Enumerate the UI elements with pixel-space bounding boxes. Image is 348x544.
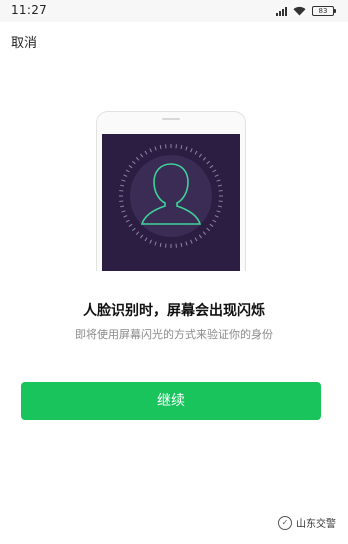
scan-tick bbox=[190, 239, 193, 244]
wechat-channel-icon: ✓ bbox=[278, 515, 292, 530]
scan-tick bbox=[149, 148, 152, 153]
scan-tick bbox=[120, 184, 125, 187]
scan-tick bbox=[198, 234, 202, 239]
phone-speaker bbox=[162, 118, 180, 120]
cancel-button[interactable]: 取消 bbox=[11, 32, 37, 51]
scan-tick bbox=[123, 174, 128, 177]
watermark: ✓ 山东交警 bbox=[278, 515, 336, 530]
continue-button[interactable]: 继续 bbox=[21, 382, 321, 420]
scan-tick bbox=[149, 239, 152, 244]
scan-tick bbox=[135, 231, 140, 235]
scan-tick bbox=[128, 223, 133, 227]
scan-tick bbox=[140, 234, 144, 239]
scan-tick bbox=[140, 153, 144, 158]
scan-tick bbox=[132, 227, 136, 232]
scan-tick bbox=[216, 210, 221, 213]
battery-level: 83 bbox=[318, 7, 328, 15]
scan-tick bbox=[214, 215, 219, 218]
battery-icon: 83 bbox=[312, 6, 336, 16]
scan-tick bbox=[144, 237, 148, 242]
scan-tick bbox=[209, 165, 214, 169]
scan-tick bbox=[202, 231, 207, 235]
status-time: 11:27 bbox=[11, 3, 48, 17]
scan-tick bbox=[209, 223, 214, 227]
scan-tick bbox=[217, 205, 222, 208]
scan-tick bbox=[132, 160, 136, 165]
scan-tick bbox=[180, 145, 183, 150]
scan-tick bbox=[190, 148, 193, 153]
phone-outline-icon bbox=[96, 111, 246, 271]
scan-tick bbox=[121, 179, 126, 182]
scan-tick bbox=[123, 215, 128, 218]
scan-tick bbox=[120, 205, 125, 208]
page-subtitle: 即将使用屏幕闪光的方式来验证你的身份 bbox=[75, 328, 273, 341]
scan-tick bbox=[212, 169, 217, 173]
signal-icon bbox=[276, 6, 287, 16]
phone-screen bbox=[102, 134, 240, 271]
scan-tick bbox=[206, 160, 210, 165]
watermark-text: 山东交警 bbox=[296, 519, 336, 530]
scan-tick bbox=[185, 146, 188, 151]
scan-tick bbox=[194, 237, 198, 242]
scan-tick bbox=[154, 241, 157, 246]
face-silhouette-icon bbox=[119, 144, 223, 248]
wifi-icon bbox=[293, 6, 306, 16]
scan-tick bbox=[214, 174, 219, 177]
scan-tick bbox=[217, 184, 222, 187]
scan-tick bbox=[121, 210, 126, 213]
status-icons: 83 bbox=[276, 5, 336, 17]
scan-tick bbox=[206, 227, 210, 232]
scan-tick bbox=[212, 219, 217, 223]
scan-tick bbox=[144, 150, 148, 155]
scan-tick bbox=[202, 157, 207, 161]
scan-tick bbox=[198, 153, 202, 158]
page-title: 人脸识别时，屏幕会出现闪烁 bbox=[83, 303, 265, 319]
scan-tick bbox=[180, 242, 183, 247]
scan-tick bbox=[159, 242, 162, 247]
scan-tick bbox=[185, 241, 188, 246]
scan-tick bbox=[135, 157, 140, 161]
scan-tick bbox=[159, 145, 162, 150]
scan-tick bbox=[125, 219, 130, 223]
scan-tick bbox=[194, 150, 198, 155]
status-bar: 11:27 83 bbox=[0, 0, 348, 22]
scan-tick bbox=[128, 165, 133, 169]
scan-tick bbox=[216, 179, 221, 182]
scan-tick bbox=[154, 146, 157, 151]
scan-tick bbox=[125, 169, 130, 173]
